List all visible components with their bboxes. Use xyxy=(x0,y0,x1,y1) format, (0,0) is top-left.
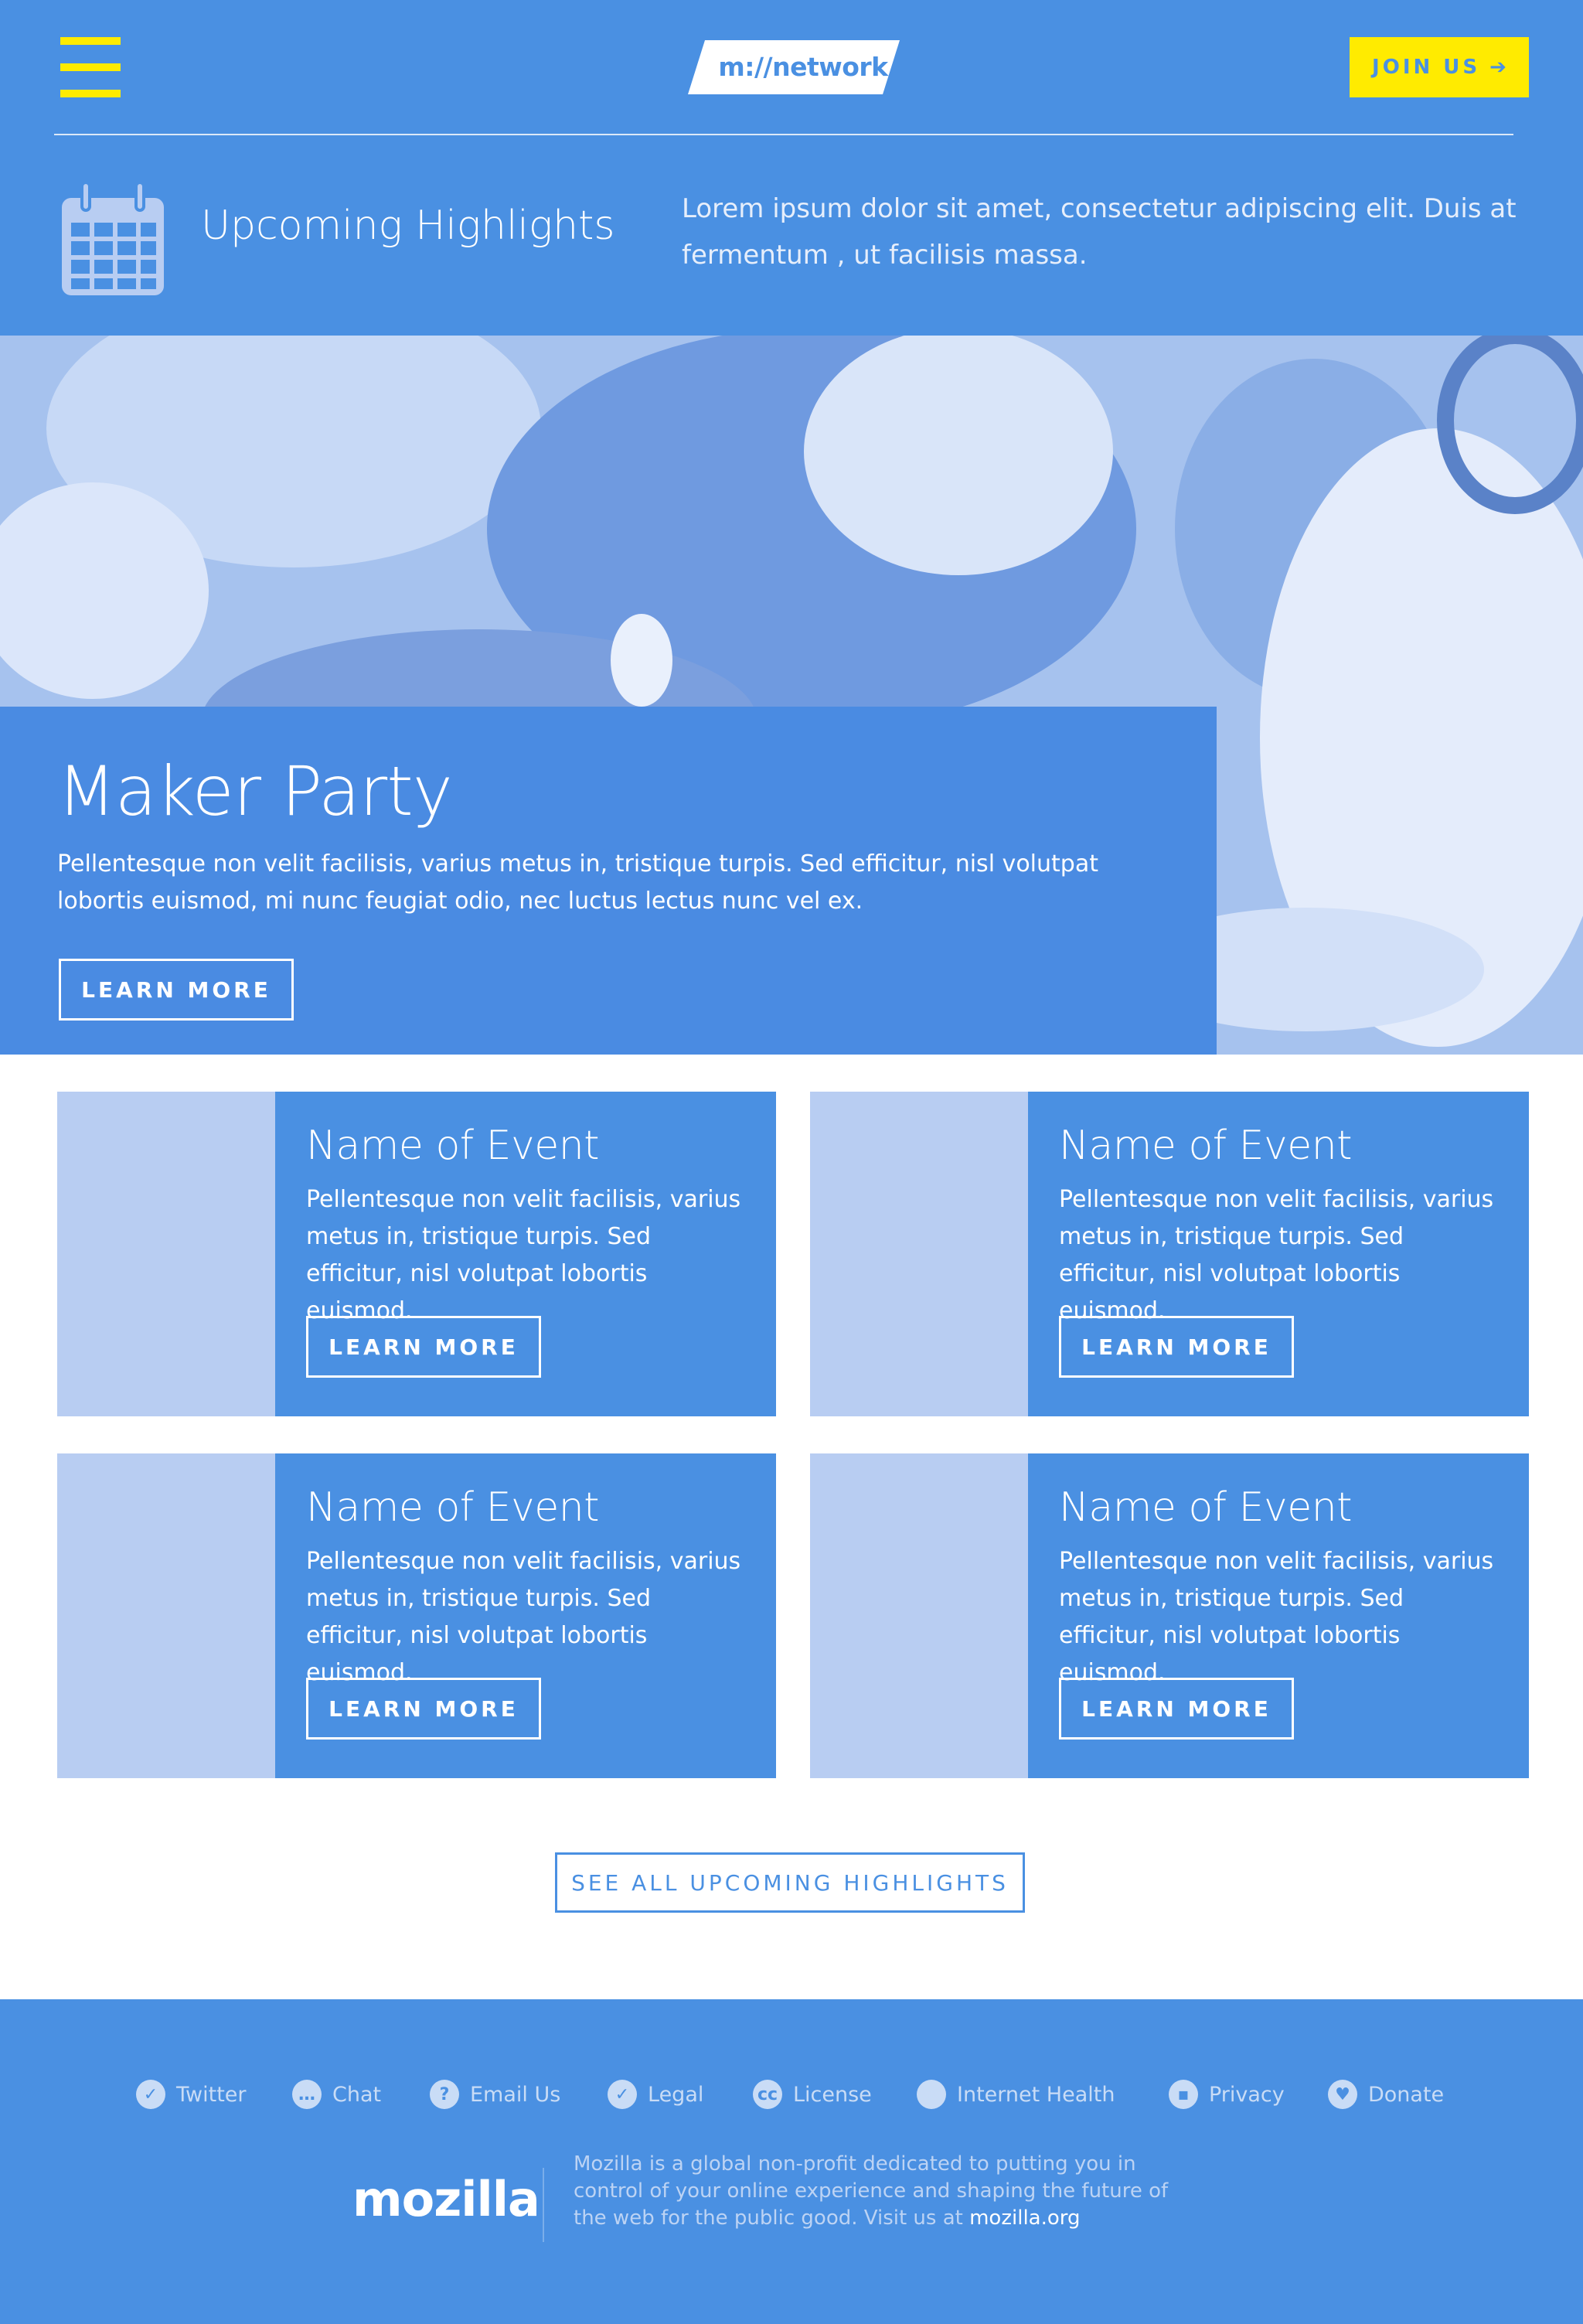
calendar-icon xyxy=(62,182,164,295)
join-us-button[interactable]: JOIN US ➔ xyxy=(1350,37,1529,97)
event-title: Name of Event xyxy=(306,1123,600,1169)
logo-text: m://network xyxy=(718,52,888,82)
hamburger-bar xyxy=(60,90,121,97)
lock-icon: ▪ xyxy=(1169,2080,1198,2109)
event-learn-more-button[interactable]: LEARN MORE xyxy=(1059,1316,1294,1378)
footer-divider xyxy=(543,2168,544,2242)
section-title: Upcoming Highlights xyxy=(201,203,615,249)
event-thumbnail xyxy=(810,1453,1028,1778)
footer-link-label: Email Us xyxy=(470,2082,561,2107)
header-divider xyxy=(54,134,1513,135)
event-learn-more-button[interactable]: LEARN MORE xyxy=(1059,1678,1294,1740)
hero-banner: Maker Party Pellentesque non velit facil… xyxy=(0,336,1583,1055)
globe-icon xyxy=(917,2080,946,2109)
event-title: Name of Event xyxy=(1059,1123,1353,1169)
footer-link-label: License xyxy=(793,2082,872,2107)
event-description: Pellentesque non velit facilisis, varius… xyxy=(1059,1186,1494,1324)
event-thumbnail xyxy=(57,1453,275,1778)
event-title: Name of Event xyxy=(1059,1484,1353,1531)
hamburger-bar xyxy=(60,63,121,71)
check-icon: ✓ xyxy=(608,2080,637,2109)
event-card: Name of Event Pellentesque non velit fac… xyxy=(810,1453,1529,1778)
hero-learn-more-button[interactable]: LEARN MORE xyxy=(59,959,294,1021)
see-all-highlights-button[interactable]: SEE ALL UPCOMING HIGHLIGHTS xyxy=(555,1852,1025,1913)
event-description: Pellentesque non velit facilisis, varius… xyxy=(306,1186,741,1324)
hamburger-menu-icon[interactable] xyxy=(60,37,121,97)
hero-card: Maker Party Pellentesque non velit facil… xyxy=(0,707,1217,1055)
site-footer: ✓ Twitter … Chat ? Email Us ✓ Legal cc L… xyxy=(0,1999,1583,2324)
event-thumbnail xyxy=(57,1092,275,1416)
section-description: Lorem ipsum dolor sit amet, consectetur … xyxy=(682,193,1517,271)
event-card: Name of Event Pellentesque non velit fac… xyxy=(810,1092,1529,1416)
footer-link-label: Legal xyxy=(648,2082,704,2107)
hero-title: Maker Party xyxy=(57,751,453,831)
site-logo[interactable]: m://network xyxy=(688,40,900,94)
creative-commons-icon: cc xyxy=(753,2080,782,2109)
event-thumbnail xyxy=(810,1092,1028,1416)
footer-link-donate[interactable]: ♥ Donate xyxy=(1328,2077,1444,2112)
event-title: Name of Event xyxy=(306,1484,600,1531)
event-description: Pellentesque non velit facilisis, varius… xyxy=(306,1548,741,1686)
footer-link-label: Chat xyxy=(332,2082,382,2107)
footer-link-twitter[interactable]: ✓ Twitter xyxy=(136,2077,247,2112)
site-header: m://network JOIN US ➔ Upcoming Highlight… xyxy=(0,0,1583,336)
event-learn-more-button[interactable]: LEARN MORE xyxy=(306,1678,541,1740)
footer-link-privacy[interactable]: ▪ Privacy xyxy=(1169,2077,1285,2112)
hamburger-bar xyxy=(60,37,121,45)
footer-link-label: Internet Health xyxy=(957,2082,1115,2107)
join-us-label: JOIN US xyxy=(1372,56,1481,79)
footer-link-label: Privacy xyxy=(1209,2082,1285,2107)
event-card: Name of Event Pellentesque non velit fac… xyxy=(57,1092,776,1416)
mozilla-org-link[interactable]: mozilla.org xyxy=(969,2206,1080,2230)
chat-icon: … xyxy=(292,2080,322,2109)
event-description: Pellentesque non velit facilisis, varius… xyxy=(1059,1548,1494,1686)
help-icon: ? xyxy=(430,2080,459,2109)
footer-link-chat[interactable]: … Chat xyxy=(292,2077,381,2112)
footer-link-license[interactable]: cc License xyxy=(753,2077,872,2112)
footer-link-email[interactable]: ? Email Us xyxy=(430,2077,560,2112)
event-card: Name of Event Pellentesque non velit fac… xyxy=(57,1453,776,1778)
mozilla-logo[interactable]: mozilla xyxy=(352,2171,540,2227)
hero-description: Pellentesque non velit facilisis, varius… xyxy=(57,850,1098,915)
footer-about: Mozilla is a global non-profit dedicated… xyxy=(574,2151,1207,2232)
arrow-right-icon: ➔ xyxy=(1489,56,1506,79)
heart-icon: ♥ xyxy=(1328,2080,1357,2109)
footer-link-label: Twitter xyxy=(176,2082,247,2107)
twitter-icon: ✓ xyxy=(136,2080,165,2109)
footer-link-label: Donate xyxy=(1368,2082,1445,2107)
footer-link-legal[interactable]: ✓ Legal xyxy=(608,2077,703,2112)
footer-link-internet-health[interactable]: Internet Health xyxy=(917,2077,1115,2112)
event-learn-more-button[interactable]: LEARN MORE xyxy=(306,1316,541,1378)
